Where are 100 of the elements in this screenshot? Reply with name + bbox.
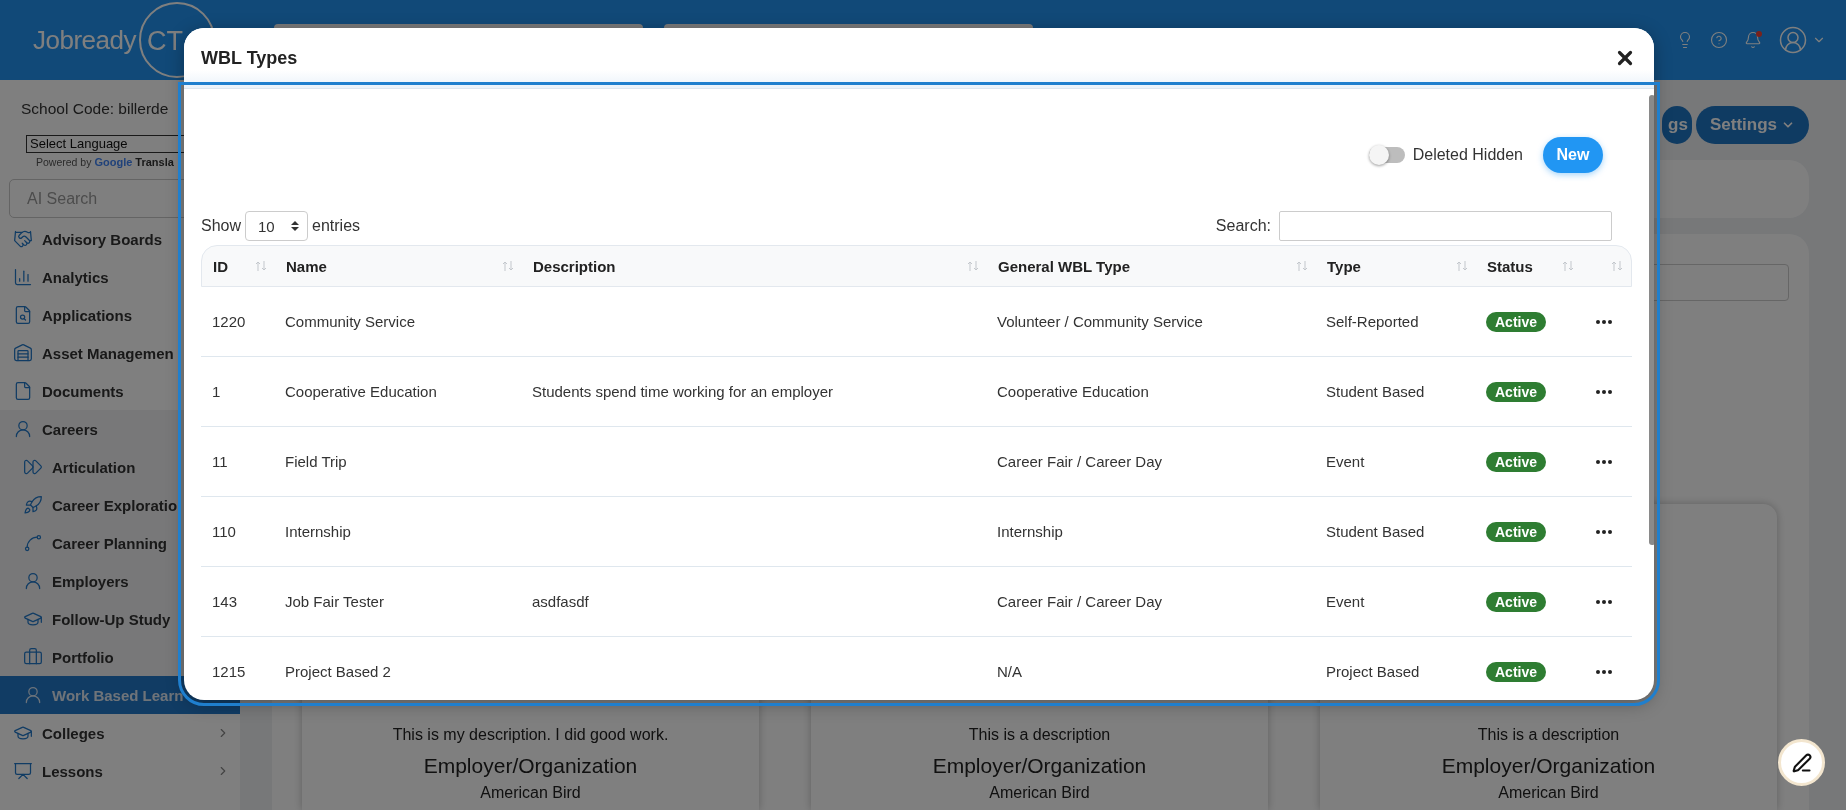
id-cell-text: 143	[211, 593, 239, 610]
file-search-icon	[13, 305, 33, 325]
status-badge: Active	[1486, 591, 1547, 612]
briefcase-icon	[23, 647, 43, 667]
card-heading: Employer/Organization	[1441, 754, 1656, 778]
name-cell-text: Field Trip	[284, 453, 348, 470]
status-badge: Active	[1486, 521, 1547, 542]
sidebar-item[interactable]: Career Exploratio	[0, 486, 240, 524]
more-icon	[1596, 529, 1612, 534]
bar-chart-icon	[13, 267, 33, 287]
sidebar-item[interactable]: Careers	[0, 410, 240, 448]
name-cell-text: Internship	[284, 523, 352, 540]
general-type-cell-text: Cooperative Education	[996, 383, 1150, 400]
more-options-button[interactable]	[1596, 389, 1612, 394]
document-icon	[13, 381, 33, 401]
logo-text: Jobready	[33, 24, 137, 56]
toolbar-button[interactable]: gs	[1662, 106, 1692, 144]
user-icon	[23, 571, 43, 591]
more-options-button[interactable]	[1596, 319, 1612, 324]
type-cell-text: Event	[1325, 453, 1366, 470]
sidebar-item[interactable]: Lessons	[0, 752, 240, 790]
warehouse-icon	[13, 343, 33, 363]
id-cell-text: 1220	[211, 313, 247, 330]
name-cell-text: Project Based 2	[284, 663, 392, 680]
status-badge: Active	[1486, 451, 1547, 472]
type-cell-text: Event	[1325, 593, 1366, 610]
more-options-button[interactable]	[1596, 529, 1612, 534]
google-logo: Google	[94, 156, 133, 168]
column-header[interactable]: Description	[533, 257, 616, 275]
search-label: Search:	[1215, 217, 1271, 235]
show-label: Show	[201, 217, 242, 235]
presentation-icon	[13, 761, 33, 781]
more-icon	[1596, 669, 1612, 674]
powered-by-text: Powered by	[36, 156, 92, 168]
entries-label: entries	[312, 217, 361, 235]
name-cell-text: Job Fair Tester	[284, 593, 385, 610]
user-icon	[23, 685, 43, 705]
page-size-select[interactable]: 10	[245, 211, 309, 241]
card-employer: American Bird	[1498, 784, 1599, 802]
card-description: This is my description. I did good work.	[392, 726, 669, 744]
more-options-button[interactable]	[1596, 599, 1612, 604]
more-icon	[1596, 319, 1612, 324]
more-icon	[1596, 389, 1612, 394]
sort-icon[interactable]	[1456, 260, 1468, 272]
id-cell-text: 1	[211, 383, 222, 400]
handshake-icon	[13, 229, 33, 249]
sort-icon[interactable]	[1562, 260, 1574, 272]
sort-icon[interactable]	[967, 260, 979, 272]
sort-icon[interactable]	[1611, 260, 1623, 272]
translate-text: Transla	[135, 156, 174, 168]
description-cell-text: Students spend time working for an employer	[531, 383, 834, 400]
general-type-cell-text: Volunteer / Community Service	[996, 313, 1204, 330]
fast-forward-icon	[23, 457, 43, 477]
sidebar-item[interactable]: Asset Managemen	[0, 334, 240, 372]
column-header[interactable]: General WBL Type	[998, 257, 1130, 275]
type-cell-text: Self-Reported	[1325, 313, 1420, 330]
general-type-cell-text: Internship	[996, 523, 1064, 540]
column-header[interactable]: Name	[286, 257, 327, 275]
status-badge: Active	[1486, 311, 1547, 332]
sort-icon[interactable]	[502, 260, 514, 272]
name-cell-text: Community Service	[284, 313, 417, 330]
id-cell-text: 110	[211, 523, 237, 540]
column-header[interactable]: ID	[213, 257, 228, 275]
card-description: This is a description	[968, 726, 1111, 744]
id-cell-text: 11	[211, 453, 229, 470]
type-cell-text: Student Based	[1325, 383, 1426, 400]
name-cell-text: Cooperative Education	[284, 383, 438, 400]
card-heading: Employer/Organization	[423, 754, 638, 778]
type-cell-text: Project Based	[1325, 663, 1421, 680]
help-icon[interactable]	[1710, 31, 1728, 49]
status-badge: Active	[1486, 661, 1547, 682]
sidebar-item[interactable]: Colleges	[0, 714, 240, 752]
description-cell-text: asdfasdf	[531, 593, 590, 610]
general-type-cell-text: Career Fair / Career Day	[996, 593, 1164, 610]
user-icon	[13, 419, 33, 439]
general-type-cell-text: N/A	[996, 663, 1023, 680]
toggle-switch[interactable]	[1368, 147, 1405, 163]
more-options-button[interactable]	[1596, 669, 1612, 674]
up-down-caret-icon	[291, 220, 300, 232]
card-heading: Employer/Organization	[932, 754, 1147, 778]
column-header[interactable]: Status	[1487, 257, 1533, 275]
rocket-icon	[23, 495, 43, 515]
card-employer: American Bird	[989, 784, 1090, 802]
general-type-cell-text: Career Fair / Career Day	[996, 453, 1164, 470]
new-button[interactable]: New	[1543, 137, 1603, 173]
avatar-icon[interactable]	[1778, 25, 1808, 55]
card-description: This is a description	[1477, 726, 1620, 744]
sort-icon[interactable]	[1296, 260, 1308, 272]
sort-icon[interactable]	[255, 260, 267, 272]
search-field[interactable]	[1279, 211, 1612, 241]
notification-bell-icon[interactable]	[1744, 31, 1762, 49]
column-header[interactable]: Type	[1327, 257, 1361, 275]
more-icon	[1596, 599, 1612, 604]
type-cell-text: Student Based	[1325, 523, 1426, 540]
toolbar-button[interactable]: Settings	[1695, 106, 1809, 144]
more-options-button[interactable]	[1596, 459, 1612, 464]
school-code: School Code: billerde	[20, 100, 170, 118]
status-badge: Active	[1486, 381, 1547, 402]
more-icon	[1596, 459, 1612, 464]
curve-icon	[23, 533, 43, 553]
